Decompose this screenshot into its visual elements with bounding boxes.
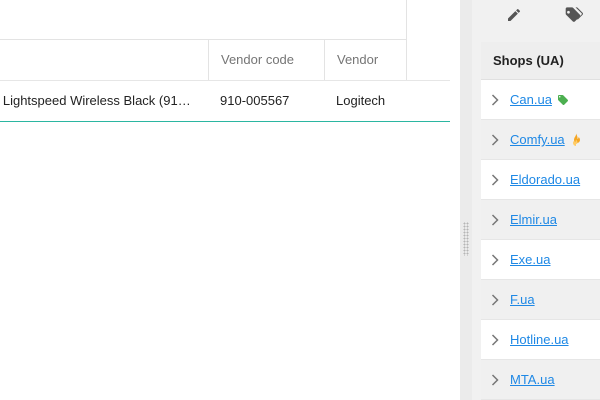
edit-button[interactable]	[500, 4, 528, 30]
chevron-right-icon[interactable]	[491, 173, 501, 186]
table-header: Vendor code Vendor	[0, 40, 450, 81]
chevron-right-icon[interactable]	[491, 373, 501, 386]
chevron-right-icon[interactable]	[491, 213, 501, 226]
chevron-right-icon[interactable]	[491, 333, 501, 346]
shop-item-f-ua[interactable]: F.ua	[481, 280, 600, 320]
shop-link[interactable]: F.ua	[510, 292, 535, 307]
column-header-vendor-code[interactable]: Vendor code	[209, 40, 325, 80]
splitter-grip-icon[interactable]	[463, 222, 469, 256]
chevron-right-icon[interactable]	[491, 293, 501, 306]
shop-link[interactable]: Hotline.ua	[510, 332, 569, 347]
shop-item-can-ua[interactable]: Can.ua	[481, 80, 600, 120]
shop-link[interactable]: Comfy.ua	[510, 132, 565, 147]
shop-link[interactable]: MTA.ua	[510, 372, 555, 387]
fire-icon	[570, 133, 582, 147]
column-header-name[interactable]	[0, 40, 209, 80]
shop-item-elmir-ua[interactable]: Elmir.ua	[481, 200, 600, 240]
shop-item-hotline-ua[interactable]: Hotline.ua	[481, 320, 600, 360]
shop-link[interactable]: Elmir.ua	[510, 212, 557, 227]
shop-item-eldorado-ua[interactable]: Eldorado.ua	[481, 160, 600, 200]
shop-item-exe-ua[interactable]: Exe.ua	[481, 240, 600, 280]
app-root: Vendor code Vendor 2 Lightspeed Wireless…	[0, 0, 600, 400]
shop-item-mta-ua[interactable]: MTA.ua	[481, 360, 600, 400]
tags-icon	[565, 6, 583, 28]
chevron-right-icon[interactable]	[491, 93, 501, 106]
panel-splitter[interactable]	[460, 0, 472, 400]
cell-product-name: 2 Lightspeed Wireless Black (91…	[0, 81, 203, 121]
table-row[interactable]: 2 Lightspeed Wireless Black (91… 910-005…	[0, 81, 450, 122]
shop-item-comfy-ua[interactable]: Comfy.ua	[481, 120, 600, 160]
chevron-right-icon[interactable]	[491, 133, 501, 146]
product-name-text: 2 Lightspeed Wireless Black (91…	[0, 93, 191, 108]
chevron-right-icon[interactable]	[491, 253, 501, 266]
shops-list: Shops (UA) Can.ua Comfy.ua Eldorado.ua E…	[481, 42, 600, 400]
shops-list-title: Shops (UA)	[481, 42, 600, 80]
shop-link[interactable]: Eldorado.ua	[510, 172, 580, 187]
shop-link[interactable]: Exe.ua	[510, 252, 550, 267]
cell-vendor-code: 910-005567	[220, 93, 290, 108]
table-toolbar-area	[0, 0, 407, 40]
tag-icon	[557, 94, 569, 106]
shop-link[interactable]: Can.ua	[510, 92, 552, 107]
cell-vendor: Logitech	[336, 93, 386, 108]
column-header-vendor[interactable]: Vendor	[325, 40, 407, 80]
right-toolbar	[481, 0, 600, 34]
products-table-panel: Vendor code Vendor 2 Lightspeed Wireless…	[0, 0, 460, 400]
pencil-icon	[506, 7, 522, 28]
tags-button[interactable]	[560, 4, 588, 30]
